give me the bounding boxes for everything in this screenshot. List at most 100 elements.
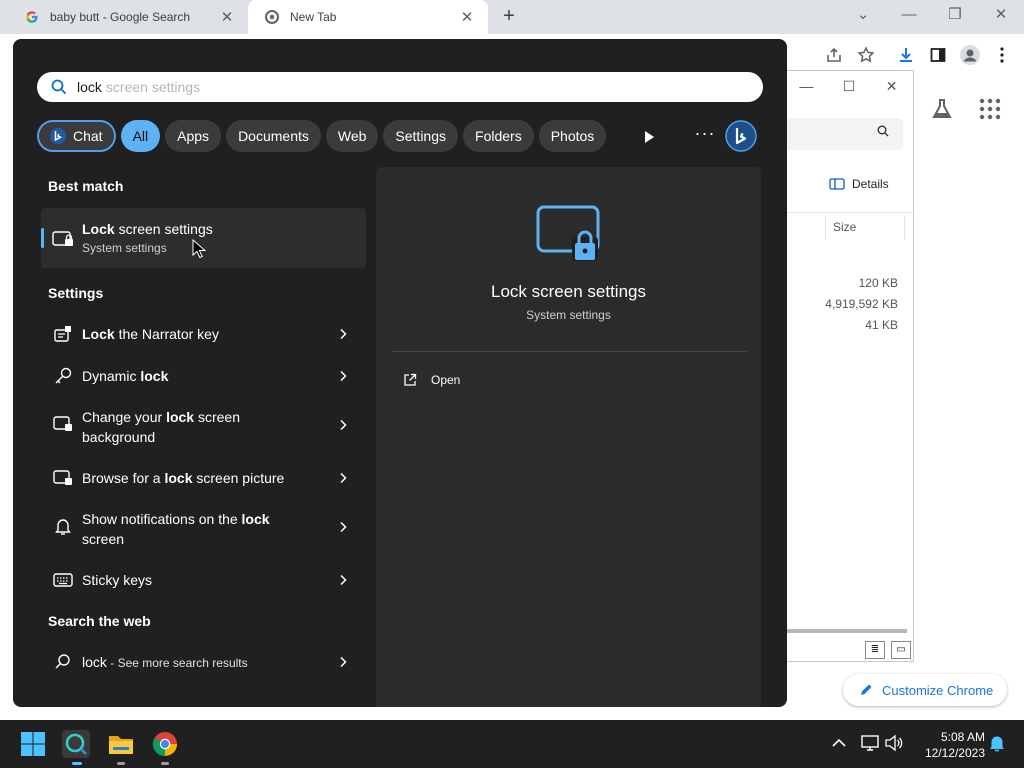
keyboard-icon	[53, 573, 73, 587]
labs-flask-icon[interactable]	[930, 97, 954, 121]
notification-bell-icon[interactable]	[987, 733, 1007, 753]
lock-screen-large-icon	[536, 205, 600, 261]
tab-title: New Tab	[290, 10, 337, 24]
side-panel-icon[interactable]	[926, 43, 950, 67]
details-view-icon[interactable]: ≣	[865, 641, 885, 659]
settings-item-label: Dynamic lock	[82, 366, 302, 386]
show-hidden-icons-chevron-icon[interactable]	[829, 733, 849, 753]
tab-google-search[interactable]: baby butt - Google Search ✕	[8, 0, 248, 34]
share-icon[interactable]	[822, 43, 846, 67]
customize-chrome-button[interactable]: Customize Chrome	[843, 674, 1007, 706]
file-size: 41 KB	[865, 318, 898, 332]
selection-indicator	[41, 228, 44, 248]
horizontal-scrollbar[interactable]	[785, 629, 907, 633]
settings-item-lock-screen-picture[interactable]: Browse for a lock screen picture	[41, 458, 366, 498]
details-pane-button[interactable]: Details	[829, 177, 889, 191]
label-post: screen	[82, 531, 125, 547]
maximize-icon[interactable]: ☐	[828, 78, 871, 95]
best-match-title: Lock screen settings	[82, 221, 213, 237]
filter-web[interactable]: Web	[325, 120, 379, 152]
google-apps-icon[interactable]	[978, 97, 1002, 121]
preview-subtitle: System settings	[526, 308, 611, 322]
more-options-icon[interactable]: ···	[691, 124, 719, 147]
minimize-icon[interactable]: —	[886, 0, 932, 34]
filter-folders[interactable]: Folders	[463, 120, 534, 152]
size-column-header[interactable]: Size	[825, 216, 905, 240]
filter-chat[interactable]: Chat	[37, 120, 116, 152]
best-match-result[interactable]: Lock screen settings System settings	[41, 208, 366, 268]
settings-item-label: Change your lock screen background	[82, 407, 302, 447]
close-tab-icon[interactable]: ✕	[218, 8, 236, 26]
search-the-web-heading: Search the web	[48, 613, 151, 629]
details-pane-icon	[829, 178, 845, 190]
filter-label: Chat	[73, 128, 103, 144]
settings-item-lock-screen-background[interactable]: Change your lock screen background	[41, 398, 366, 448]
open-action-button[interactable]: Open	[403, 373, 460, 387]
more-filters-play-icon[interactable]	[639, 127, 659, 147]
taskbar-search-button[interactable]	[62, 730, 90, 758]
filter-label: Web	[337, 128, 367, 144]
label-post: screen picture	[192, 470, 285, 486]
windows-logo-icon	[21, 732, 45, 756]
chrome-menu-icon[interactable]	[990, 43, 1014, 67]
folder-icon	[109, 736, 133, 754]
settings-item-sticky-keys[interactable]: Sticky keys	[41, 560, 366, 600]
windows-search-panel: lock screen settings Chat All Apps Docum…	[13, 39, 787, 707]
settings-item-label: Browse for a lock screen picture	[82, 468, 302, 488]
preview-title: Lock screen settings	[491, 282, 646, 301]
lock-screen-icon	[53, 470, 72, 485]
filter-settings[interactable]: Settings	[383, 120, 459, 152]
minimize-icon[interactable]: —	[785, 78, 828, 94]
close-window-icon[interactable]: ✕	[978, 0, 1024, 34]
label-pre: Change your	[82, 409, 167, 425]
search-query-text: lock	[77, 79, 102, 95]
settings-item-label: Lock the Narrator key	[82, 324, 302, 344]
chevron-right-icon	[340, 370, 347, 382]
lock-screen-icon	[53, 416, 72, 431]
settings-item-dynamic-lock[interactable]: Dynamic lock	[41, 356, 366, 396]
filter-label: Documents	[238, 128, 309, 144]
filter-photos[interactable]: Photos	[538, 120, 607, 152]
bookmark-star-icon[interactable]	[854, 43, 878, 67]
new-tab-button[interactable]: +	[497, 5, 521, 29]
taskbar-clock[interactable]: 5:08 AM 12/12/2023	[911, 729, 985, 761]
close-tab-icon[interactable]: ✕	[458, 8, 476, 26]
taskbar-file-explorer[interactable]	[107, 730, 135, 758]
settings-item-narrator-key[interactable]: Lock the Narrator key	[41, 314, 366, 354]
volume-icon[interactable]	[884, 733, 904, 753]
file-size: 120 KB	[858, 276, 898, 290]
web-search-result[interactable]: lock - See more search results	[41, 642, 366, 682]
chrome-tab-strip: baby butt - Google Search ✕ New Tab ✕ + …	[0, 0, 1024, 34]
filter-documents[interactable]: Documents	[226, 120, 321, 152]
google-g-icon	[24, 9, 40, 25]
taskbar-chrome[interactable]	[151, 730, 179, 758]
start-button[interactable]	[19, 730, 47, 758]
bing-button[interactable]	[725, 120, 757, 152]
file-size: 4,919,592 KB	[825, 297, 898, 311]
filter-label: Photos	[550, 128, 595, 144]
search-input[interactable]: lock screen settings	[37, 72, 763, 102]
tab-new-tab[interactable]: New Tab ✕	[248, 0, 488, 34]
filter-label: Apps	[177, 128, 210, 144]
filter-apps[interactable]: Apps	[165, 120, 222, 152]
label-pre: Show notifications on the	[82, 511, 242, 527]
settings-item-lock-screen-notifications[interactable]: Show notifications on the lock screen	[41, 500, 366, 550]
running-app-indicator	[161, 762, 169, 765]
label-bold: lock	[241, 511, 270, 527]
chevron-right-icon	[340, 574, 347, 586]
close-window-icon[interactable]: ✕	[870, 78, 913, 95]
filter-label: Folders	[475, 128, 522, 144]
tiles-view-icon[interactable]: ▭	[891, 641, 911, 659]
label-post: the Narrator key	[114, 326, 219, 342]
tab-search-chevron-icon[interactable]: ⌄	[840, 0, 886, 34]
file-explorer-window: — ☐ ✕ Details Size 120 KB 4,919,592 KB 4…	[784, 70, 914, 662]
explorer-search-box[interactable]	[785, 118, 903, 150]
filter-all[interactable]: All	[120, 120, 161, 152]
restore-icon[interactable]: ❐	[932, 0, 978, 34]
download-icon[interactable]	[894, 43, 918, 67]
profile-avatar-icon[interactable]	[958, 43, 982, 67]
label-pre: Browse for a	[82, 470, 165, 486]
network-icon[interactable]	[860, 733, 880, 753]
pencil-icon	[861, 684, 872, 695]
chevron-right-icon	[340, 419, 347, 431]
